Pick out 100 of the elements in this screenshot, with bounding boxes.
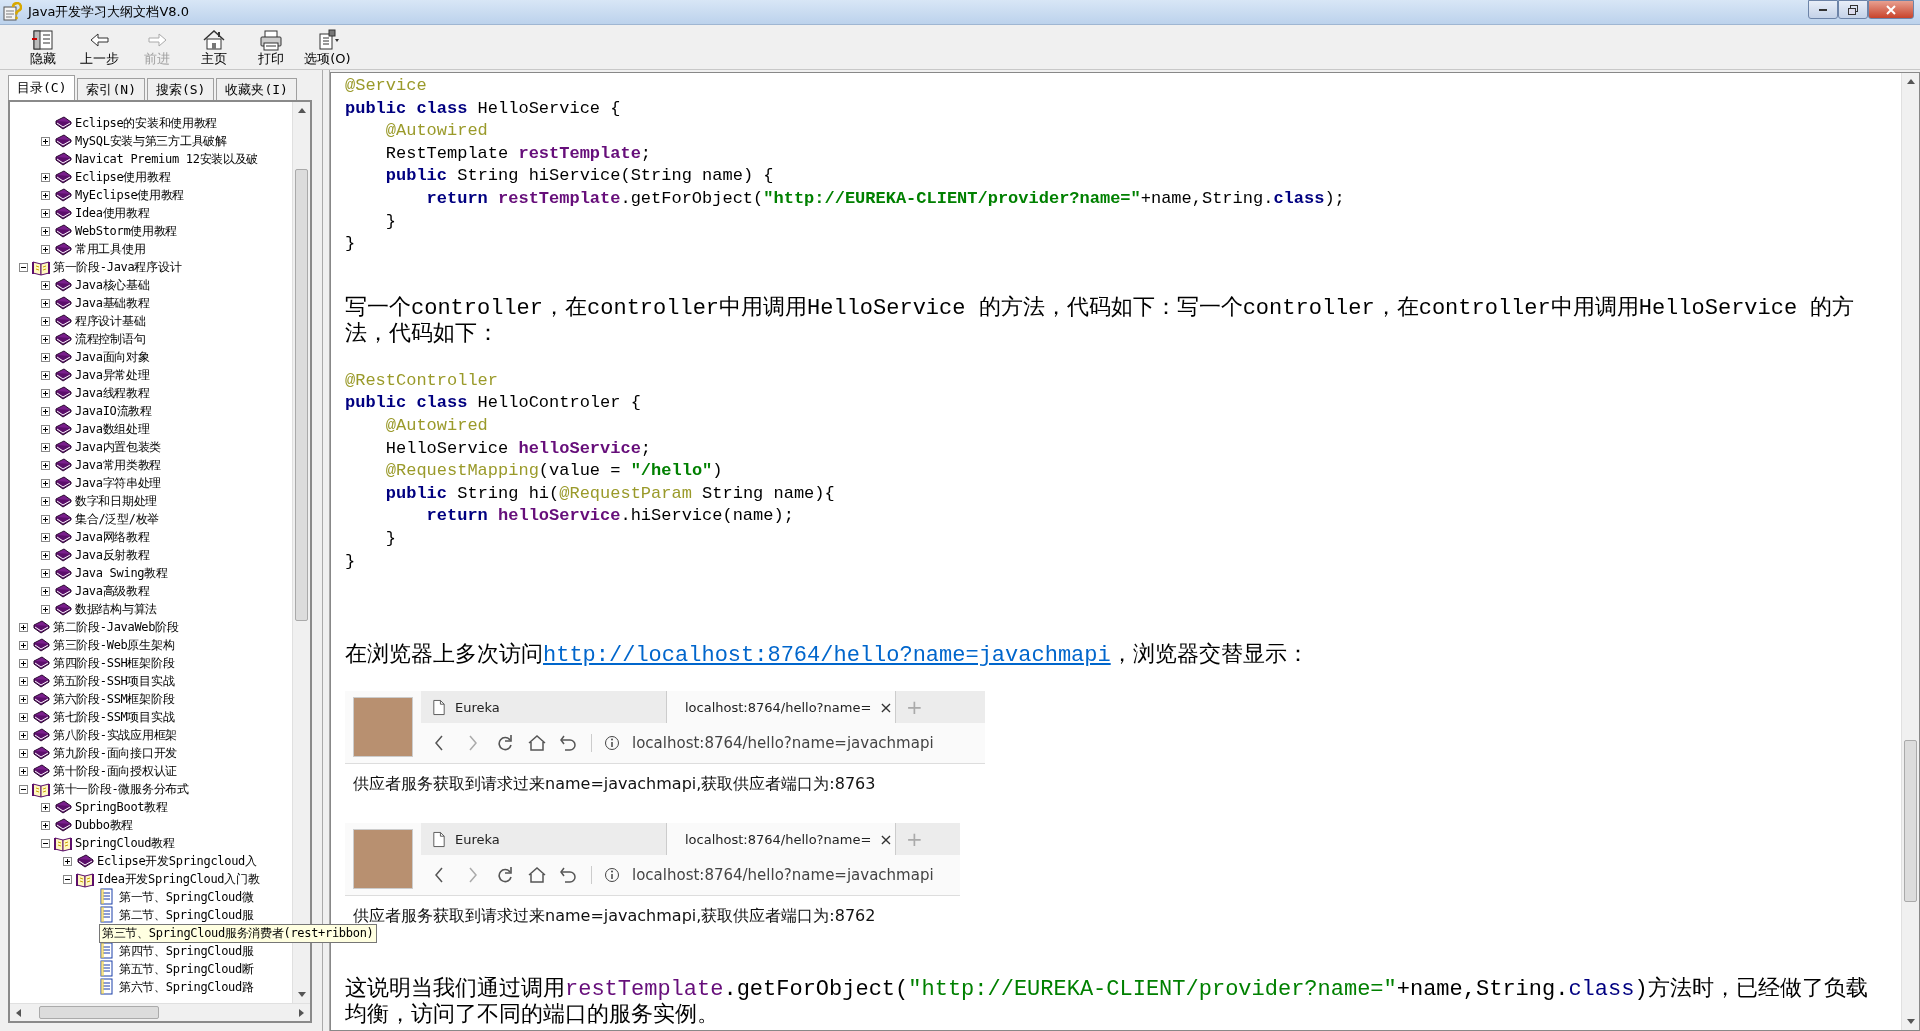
expand-icon[interactable] [40, 136, 50, 146]
tree-item[interactable]: 第五阶段-SSH项目实战 [53, 672, 175, 690]
browser-tab[interactable]: Eureka [421, 691, 666, 724]
tree-item[interactable]: Java内置包装类 [75, 438, 162, 456]
info-icon[interactable] [604, 867, 620, 884]
toolbar-button[interactable]: 上一步 [71, 27, 128, 69]
scroll-left-arrow-icon[interactable] [16, 1008, 21, 1017]
tree-item[interactable]: Eclipse使用教程 [75, 168, 171, 186]
expand-icon[interactable] [40, 514, 50, 524]
tree-item[interactable]: Java网络教程 [75, 528, 150, 546]
collapse-icon[interactable] [18, 784, 28, 794]
tree-item[interactable]: Java反射教程 [75, 546, 150, 564]
expand-icon[interactable] [40, 586, 50, 596]
expand-icon[interactable] [40, 226, 50, 236]
tree-item[interactable]: 第五节、SpringCloud断 [119, 960, 254, 978]
tree-item[interactable]: Idea开发SpringCloud入门教 [97, 870, 260, 888]
browser-tab[interactable]: Eureka [421, 823, 666, 856]
expand-icon[interactable] [40, 370, 50, 380]
toolbar-button[interactable]: 隐藏 [14, 27, 71, 69]
tree-item[interactable]: Dubbo教程 [75, 816, 134, 834]
scrollbar-thumb[interactable] [39, 1006, 159, 1019]
expand-icon[interactable] [40, 334, 50, 344]
tree-item[interactable]: SpringCloud教程 [75, 834, 175, 852]
expand-icon[interactable] [18, 766, 28, 776]
close-icon[interactable]: × [879, 829, 893, 849]
close-button[interactable] [1868, 0, 1914, 19]
tree-item[interactable]: Java数组处理 [75, 420, 150, 438]
tree-item[interactable]: 第六阶段-SSM框架阶段 [53, 690, 175, 708]
expand-icon[interactable] [40, 478, 50, 488]
address-bar[interactable]: localhost:8764/hello?name=javachmapi [632, 734, 934, 753]
horizontal-scrollbar[interactable] [10, 1003, 310, 1021]
collapse-icon[interactable] [18, 262, 28, 272]
tree-item[interactable]: 第二节、SpringCloud服 [119, 906, 254, 924]
expand-icon[interactable] [18, 712, 28, 722]
vertical-scrollbar[interactable] [1901, 73, 1919, 1030]
expand-icon[interactable] [18, 748, 28, 758]
browser-tab[interactable]: localhost:8764/hello?name= × [666, 691, 896, 724]
collapse-icon[interactable] [62, 874, 72, 884]
expand-icon[interactable] [40, 604, 50, 614]
tree-item[interactable]: Java高级教程 [75, 582, 150, 600]
tree-item[interactable]: 常用工具使用 [75, 240, 146, 258]
navigation-tab[interactable]: 搜索(S) [146, 78, 215, 100]
undo-icon[interactable] [559, 733, 579, 754]
tree-item[interactable]: WebStorm使用教程 [75, 222, 178, 240]
tree-item[interactable]: Idea使用教程 [75, 204, 150, 222]
tree-item[interactable]: Java核心基础 [75, 276, 150, 294]
tree-item[interactable]: 第七阶段-SSM项目实战 [53, 708, 175, 726]
home-icon[interactable] [527, 865, 547, 886]
tree-item[interactable]: 第十阶段-面向授权认证 [53, 762, 177, 780]
home-icon[interactable] [527, 733, 547, 754]
expand-icon[interactable] [40, 280, 50, 290]
expand-icon[interactable] [40, 568, 50, 578]
expand-icon[interactable] [40, 532, 50, 542]
navigation-tab[interactable]: 目录(C) [8, 75, 76, 100]
tree-item[interactable]: 第四节、SpringCloud服 [119, 942, 254, 960]
undo-icon[interactable] [559, 865, 579, 886]
navigation-tab[interactable]: 收藏夹(I) [216, 78, 297, 100]
tree-item[interactable]: Java异常处理 [75, 366, 150, 384]
toolbar-button[interactable]: 打印 [242, 27, 299, 69]
expand-icon[interactable] [62, 856, 72, 866]
expand-icon[interactable] [40, 496, 50, 506]
scrollbar-thumb[interactable] [295, 169, 308, 621]
url-link[interactable]: http://localhost:8764/hello?name=javachmapi [543, 643, 1111, 669]
scroll-up-arrow-icon[interactable] [297, 108, 306, 113]
tree-item[interactable]: 流程控制语句 [75, 330, 146, 348]
tree-item[interactable]: Java基础教程 [75, 294, 150, 312]
tree-item[interactable]: 第三阶段-Web原生架构 [53, 636, 175, 654]
expand-icon[interactable] [40, 190, 50, 200]
scroll-up-arrow-icon[interactable] [1906, 79, 1915, 84]
scroll-right-arrow-icon[interactable] [299, 1008, 304, 1017]
tree-item[interactable]: Java面向对象 [75, 348, 150, 366]
expand-icon[interactable] [40, 244, 50, 254]
expand-icon[interactable] [40, 298, 50, 308]
tree-item[interactable]: 第四阶段-SSH框架阶段 [53, 654, 175, 672]
expand-icon[interactable] [40, 820, 50, 830]
tree-item[interactable]: 第二阶段-JavaWeb阶段 [53, 618, 179, 636]
toolbar-button[interactable]: 选项(O) [299, 27, 356, 69]
tree-item[interactable]: 第十一阶段-微服务分布式 [53, 780, 189, 798]
tree-item[interactable]: Java线程教程 [75, 384, 150, 402]
expand-icon[interactable] [40, 424, 50, 434]
expand-icon[interactable] [18, 622, 28, 632]
expand-icon[interactable] [18, 730, 28, 740]
tree-item[interactable]: 第九阶段-面向接口开发 [53, 744, 177, 762]
expand-icon[interactable] [40, 172, 50, 182]
tree-item[interactable]: Eclipse的安装和使用教程 [75, 114, 218, 132]
scroll-down-arrow-icon[interactable] [1906, 1019, 1915, 1024]
tree-item[interactable]: 第一阶段-Java程序设计 [53, 258, 182, 276]
expand-icon[interactable] [40, 442, 50, 452]
tree-item[interactable]: 第八阶段-实战应用框架 [53, 726, 177, 744]
tree-item[interactable]: Java常用类教程 [75, 456, 162, 474]
tree-item[interactable]: 数据结构与算法 [75, 600, 157, 618]
browser-tab[interactable]: localhost:8764/hello?name= × [666, 823, 896, 856]
restore-button[interactable] [1838, 0, 1868, 19]
navigation-tab[interactable]: 索引(N) [77, 78, 145, 100]
expand-icon[interactable] [18, 694, 28, 704]
tree-item[interactable]: 第一节、SpringCloud微 [119, 888, 254, 906]
tree-item[interactable]: Java字符串处理 [75, 474, 162, 492]
expand-icon[interactable] [40, 208, 50, 218]
expand-icon[interactable] [40, 406, 50, 416]
tree-item[interactable]: JavaIO流教程 [75, 402, 152, 420]
